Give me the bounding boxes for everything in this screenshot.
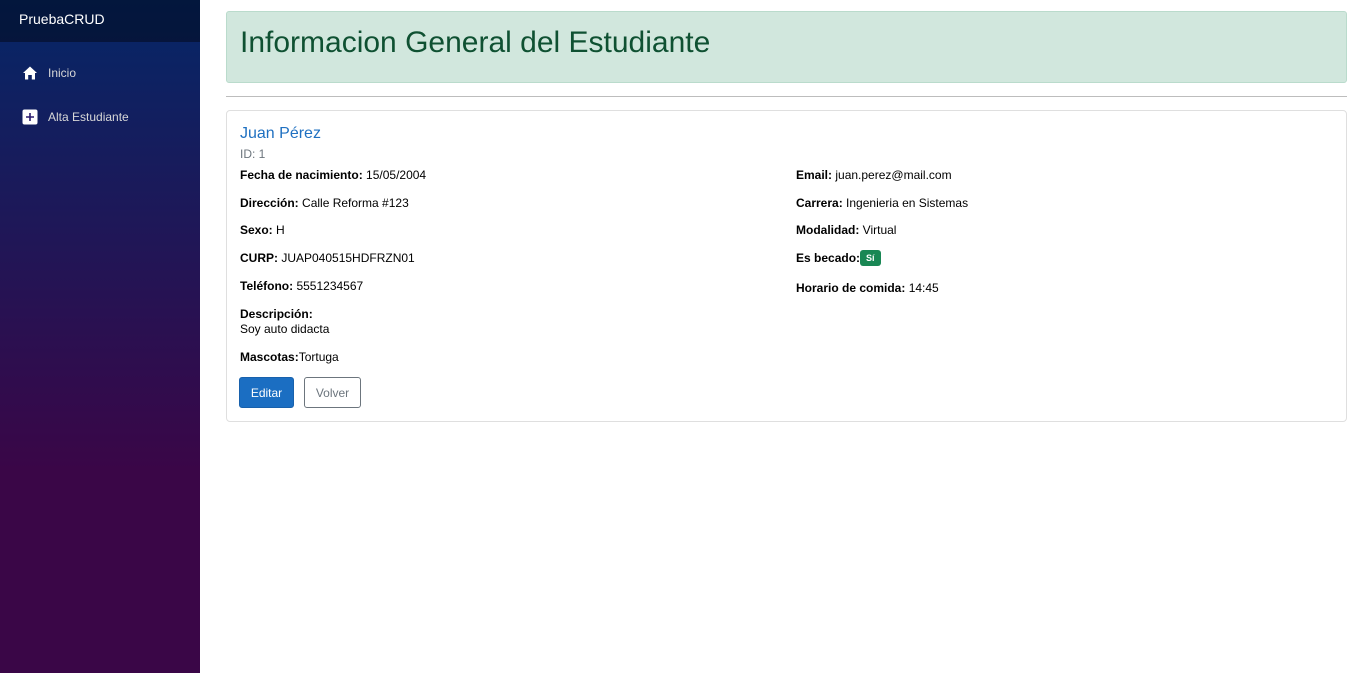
field-modalidad: Modalidad: Virtual [796, 223, 896, 237]
sidebar-item-label: Alta Estudiante [48, 110, 129, 124]
sidebar: PruebaCRUD Inicio Alta Estudiante [0, 0, 200, 673]
student-card: Juan Pérez ID: 1 Fecha de nacimiento: 15… [226, 110, 1347, 422]
field-email: Email: juan.perez@mail.com [796, 168, 952, 182]
field-value: Ingenieria en Sistemas [842, 196, 969, 210]
field-label: Dirección: [240, 196, 299, 210]
back-button[interactable]: Volver [304, 377, 361, 408]
field-value: juan.perez@mail.com [832, 168, 952, 182]
descripcion-value: Soy auto didacta [240, 322, 330, 336]
field-label: Es becado: [796, 251, 861, 265]
field-carrera: Carrera: Ingenieria en Sistemas [796, 196, 968, 210]
field-label: Horario de comida: [796, 281, 906, 295]
field-label: Mascotas: [240, 350, 299, 364]
status-badge: Sí [860, 249, 881, 266]
page-header-alert: Informacion General del Estudiante [226, 11, 1347, 83]
field-value: JUAP040515HDFRZN01 [278, 251, 415, 265]
sidebar-item-alta-estudiante[interactable]: Alta Estudiante [0, 95, 200, 139]
field-label: Teléfono: [240, 279, 294, 293]
field-horario-comida: Horario de comida: 14:45 [796, 281, 939, 295]
app-root: PruebaCRUD Inicio Alta Estudiante Inform… [0, 0, 1364, 673]
field-value: 15/05/2004 [362, 168, 427, 182]
field-direccion: Dirección: Calle Reforma #123 [240, 196, 409, 210]
student-name: Juan Pérez [240, 125, 321, 142]
field-label: Email: [796, 168, 833, 182]
field-telefono: Teléfono: 5551234567 [240, 279, 363, 293]
sidebar-nav: Inicio Alta Estudiante [0, 42, 200, 139]
field-value: 14:45 [905, 281, 939, 295]
field-value: H [272, 223, 285, 237]
field-label: Sexo: [240, 223, 273, 237]
student-id: ID: 1 [240, 147, 266, 161]
field-curp: CURP: JUAP040515HDFRZN01 [240, 251, 415, 265]
field-value: Tortuga [298, 350, 339, 364]
page-title: Informacion General del Estudiante [240, 26, 711, 59]
field-fecha-nacimiento: Fecha de nacimiento: 15/05/2004 [240, 168, 426, 182]
field-sexo: Sexo: H [240, 223, 285, 237]
home-icon [21, 65, 38, 82]
field-label: Modalidad: [796, 223, 860, 237]
sidebar-item-label: Inicio [48, 66, 77, 80]
field-label: Descripción: [240, 307, 313, 321]
field-mascotas: Mascotas:Tortuga [240, 350, 339, 364]
field-es-becado: Es becado: Sí [796, 249, 881, 266]
main-content: Informacion General del Estudiante Juan … [200, 0, 1364, 673]
field-label: Fecha de nacimiento: [240, 168, 363, 182]
divider [226, 96, 1347, 97]
field-label: Carrera: [796, 196, 843, 210]
field-value: Calle Reforma #123 [298, 196, 409, 210]
field-value: Virtual [859, 223, 897, 237]
plus-square-icon [21, 109, 38, 126]
edit-button[interactable]: Editar [239, 377, 294, 408]
field-value: 5551234567 [293, 279, 364, 293]
brand-title[interactable]: PruebaCRUD [0, 0, 200, 42]
field-label: CURP: [240, 251, 278, 265]
field-descripcion: Descripción: [240, 307, 313, 321]
sidebar-item-inicio[interactable]: Inicio [0, 51, 200, 95]
